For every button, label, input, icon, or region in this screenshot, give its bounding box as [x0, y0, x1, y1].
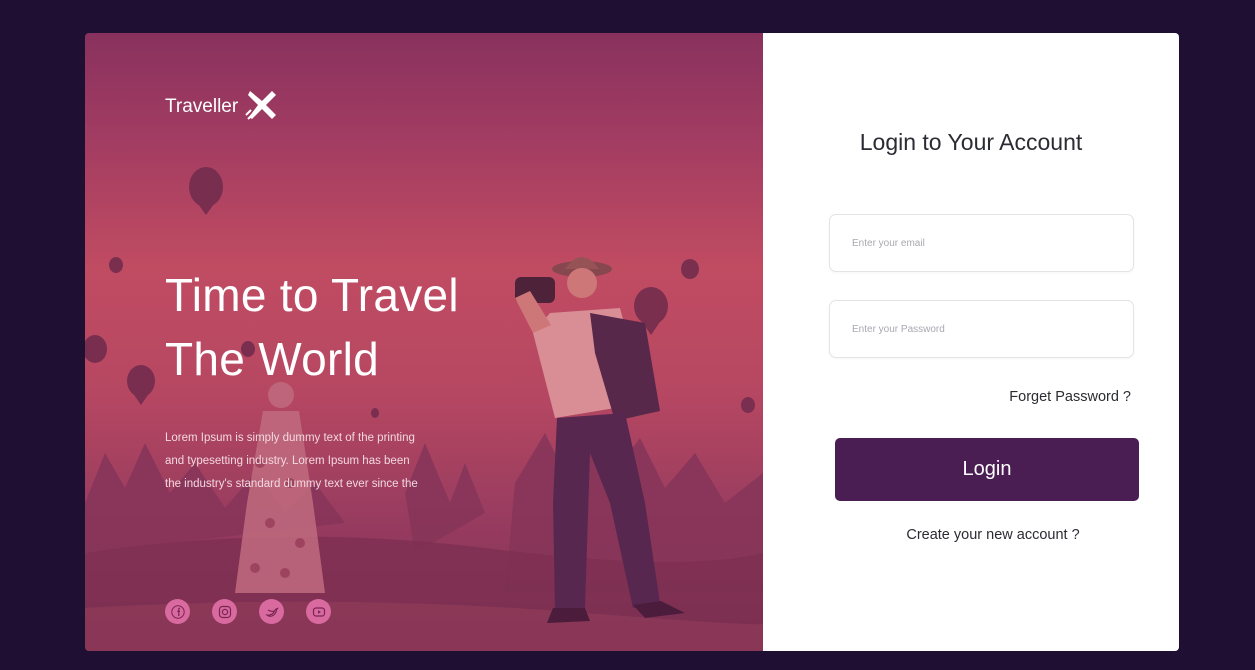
forget-password-link[interactable]: Forget Password ? — [1009, 389, 1131, 405]
social-links — [165, 599, 331, 624]
headline-line-2: The World — [165, 333, 380, 385]
facebook-icon[interactable] — [165, 599, 190, 624]
password-input[interactable] — [829, 300, 1134, 358]
login-panel: Login to Your Account Forget Password ? … — [763, 33, 1179, 651]
login-title: Login to Your Account — [859, 129, 1083, 155]
instagram-icon[interactable] — [212, 599, 237, 624]
airplane-icon — [245, 91, 277, 120]
email-input[interactable] — [829, 214, 1134, 272]
hero-headline: Time to Travel The World — [165, 263, 459, 391]
description-line-3: the industry's standard dummy text ever … — [165, 478, 418, 490]
youtube-icon[interactable] — [306, 599, 331, 624]
brand-name: Traveller — [165, 96, 239, 117]
create-account-link[interactable]: Create your new account ? — [763, 527, 1179, 543]
twitter-icon[interactable] — [259, 599, 284, 624]
description-line-1: Lorem Ipsum is simply dummy text of the … — [165, 432, 415, 444]
headline-line-1: Time to Travel — [165, 269, 459, 321]
login-button[interactable]: Login — [835, 438, 1139, 501]
hero-panel: Traveller Time to Travel The World Lorem… — [85, 33, 763, 651]
hero-description: Lorem Ipsum is simply dummy text of the … — [165, 427, 465, 496]
brand-logo[interactable]: Traveller — [165, 89, 282, 125]
page-background: Traveller Time to Travel The World Lorem… — [0, 0, 1255, 670]
description-line-2: and typesetting industry. Lorem Ipsum ha… — [165, 455, 410, 467]
login-card: Traveller Time to Travel The World Lorem… — [85, 33, 1179, 651]
